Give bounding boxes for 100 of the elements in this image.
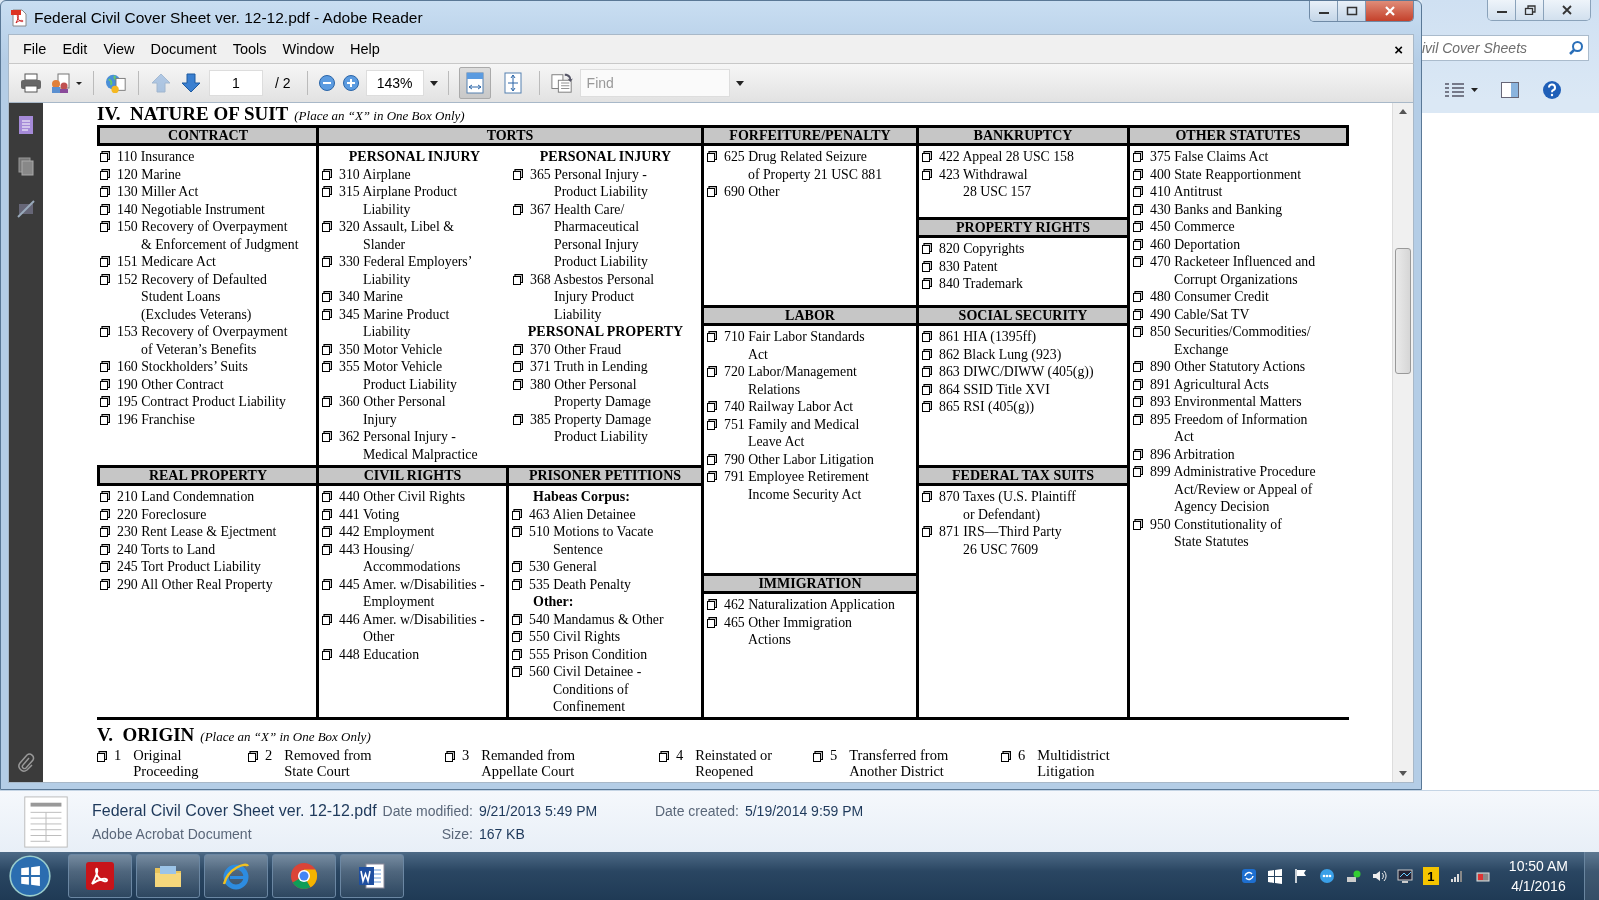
menu-item[interactable]: File <box>15 41 55 57</box>
start-button[interactable] <box>8 854 52 898</box>
menu-item[interactable]: Document <box>142 41 225 57</box>
option-label: 460 Deportation <box>1150 235 1241 253</box>
option-label: 510 Motions to Vacate Sentence <box>529 523 654 558</box>
vertical-scrollbar[interactable] <box>1392 103 1413 782</box>
subheading: Habeas Corpus: <box>532 488 631 506</box>
checkbox-icon <box>1133 518 1143 530</box>
windows-logo-icon[interactable] <box>1266 868 1283 884</box>
checkbox-icon <box>322 168 332 180</box>
page-thumbnails-icon[interactable] <box>17 115 35 135</box>
checkbox-icon <box>1133 378 1143 390</box>
option-label: Transferred from Another District <box>849 748 949 779</box>
maximize-icon <box>1344 6 1359 16</box>
sync-arrows-icon[interactable] <box>1240 868 1257 884</box>
paperclip-icon[interactable] <box>17 752 35 772</box>
acrobat-reader-taskbar-button[interactable] <box>68 854 132 898</box>
option-label: 865 RSI (405(g)) <box>939 398 1035 416</box>
checkbox-icon <box>659 751 669 762</box>
checkbox-icon <box>100 578 110 590</box>
checkbox-icon <box>100 168 110 180</box>
close-button[interactable] <box>1544 0 1590 20</box>
browser-e-taskbar-button[interactable] <box>204 854 268 898</box>
folder-taskbar-button[interactable] <box>136 854 200 898</box>
checkbox-icon <box>512 666 522 677</box>
checkbox-icon <box>100 326 110 337</box>
chrome-taskbar-button[interactable] <box>272 854 336 898</box>
help-icon[interactable] <box>1542 80 1562 100</box>
checkbox-icon <box>100 491 110 502</box>
find-field[interactable]: Find <box>579 69 730 97</box>
zoom-in-icon[interactable] <box>341 74 360 92</box>
category-header: LABOR <box>704 305 916 326</box>
option-label: Original Proceeding <box>133 748 199 779</box>
close-button[interactable] <box>1366 1 1413 21</box>
zoom-field[interactable]: 143% <box>365 70 424 96</box>
fit-width-button[interactable] <box>458 67 491 99</box>
maximize-button[interactable] <box>1338 1 1366 21</box>
checkbox-icon <box>100 221 110 232</box>
scrollbar-thumb[interactable] <box>1395 248 1411 374</box>
pages-icon[interactable] <box>17 157 35 177</box>
scroll-up-icon[interactable] <box>1399 109 1407 114</box>
checkbox-icon <box>100 378 110 390</box>
network-icon[interactable] <box>1344 868 1361 884</box>
signal-bars-icon[interactable] <box>1448 868 1465 884</box>
chat-bubble-icon[interactable] <box>1318 868 1335 884</box>
menu-item[interactable]: View <box>95 41 143 57</box>
print-icon[interactable] <box>19 72 43 94</box>
view-list-icon[interactable] <box>1442 80 1478 100</box>
minimize-button[interactable] <box>1310 1 1338 21</box>
option-number: 1 <box>114 748 122 764</box>
option-label: 863 DIWC/DIWW (405(g)) <box>939 363 1094 381</box>
checkbox-icon <box>707 616 717 628</box>
search-icon[interactable] <box>1568 40 1584 56</box>
close-document-button[interactable]: × <box>1392 40 1405 58</box>
checkbox-icon <box>100 203 110 215</box>
checkbox-icon <box>707 151 717 162</box>
checkbox-icon <box>100 543 110 555</box>
tray-badge[interactable]: 1 <box>1422 867 1439 885</box>
checkbox-icon <box>922 348 932 360</box>
checkbox-icon <box>512 508 522 520</box>
scroll-down-icon[interactable] <box>1399 771 1407 776</box>
option-label: 490 Cable/Sat TV <box>1150 305 1250 323</box>
pdf-app-icon <box>84 860 116 892</box>
caret-icon[interactable] <box>429 80 438 86</box>
option-label: 340 Marine <box>339 288 403 306</box>
create-pdf-icon[interactable] <box>49 72 83 94</box>
monitor-icon[interactable] <box>1396 868 1413 884</box>
export-pages-icon[interactable] <box>549 72 574 94</box>
globe-document-icon[interactable] <box>104 72 128 94</box>
signature-icon[interactable] <box>17 199 35 219</box>
option-label: 410 Antitrust <box>1150 183 1223 201</box>
menu-item[interactable]: Tools <box>224 41 275 57</box>
speaker-icon[interactable] <box>1370 868 1387 884</box>
option-label: 140 Negotiable Instrument <box>117 200 265 218</box>
checkbox-icon <box>512 526 522 537</box>
zoom-out-icon[interactable] <box>317 74 336 92</box>
search-field[interactable]: ivil Cover Sheets <box>1422 35 1589 61</box>
checkbox-icon <box>322 526 332 537</box>
checkbox-icon <box>513 168 523 180</box>
option-label: 160 Stockholders’ Suits <box>117 358 248 376</box>
option-label: 151 Medicare Act <box>117 253 216 271</box>
minimize-button[interactable] <box>1488 0 1516 20</box>
restore-button[interactable] <box>1516 0 1544 20</box>
menu-item[interactable]: Edit <box>54 41 96 57</box>
option-label: 120 Marine <box>117 165 181 183</box>
checkbox-icon <box>513 361 523 372</box>
menu-item[interactable]: Help <box>342 41 388 57</box>
checkbox-icon <box>322 361 332 372</box>
clock-date: 4/1/2016 <box>1511 877 1566 896</box>
preview-pane-icon[interactable] <box>1500 80 1520 100</box>
menu-item[interactable]: Window <box>274 41 343 57</box>
down-arrow-icon[interactable] <box>179 72 203 94</box>
word-taskbar-button[interactable] <box>340 854 404 898</box>
checkbox-icon <box>1133 308 1143 320</box>
flag-icon[interactable] <box>1292 868 1309 884</box>
restore-icon <box>1522 5 1537 15</box>
close-icon <box>1560 5 1574 15</box>
checkbox-icon <box>707 599 717 610</box>
page-number-field[interactable]: 1 <box>209 70 263 96</box>
caret-icon[interactable] <box>735 80 744 86</box>
